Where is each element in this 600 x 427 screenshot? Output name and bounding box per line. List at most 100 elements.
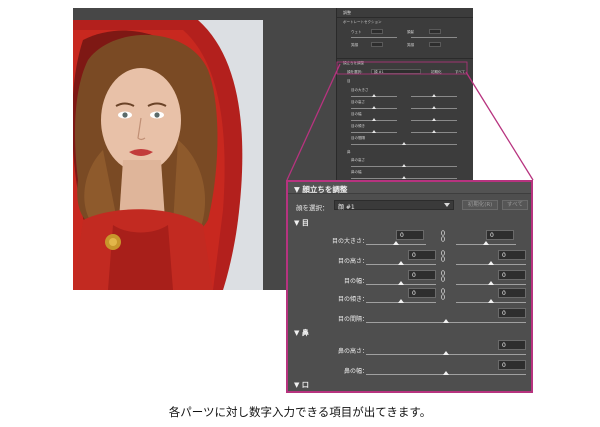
slider-thumb[interactable] (483, 241, 489, 245)
slider-thumb[interactable] (398, 281, 404, 285)
slider-thumb[interactable] (488, 299, 494, 303)
all-button[interactable]: すべて (502, 200, 528, 210)
small-row-label: 笑顔 (407, 43, 414, 47)
face-adjust-panel-zoom: ▼ 顔立ちを調整 顔を選択： 顔 #1 初期化(R) すべて ▼ 目 目の大きさ… (286, 180, 533, 393)
mouth-section-header[interactable]: ▼ 口 (294, 380, 309, 390)
eye-section-header[interactable]: ▼ 目 (294, 218, 309, 228)
small-row-label: 目の傾き (351, 124, 365, 128)
slider-thumb[interactable] (398, 299, 404, 303)
eye-tilt-left-value: 0 (412, 290, 416, 297)
small-slider-track[interactable] (351, 37, 397, 38)
face-select-label: 顔を選択： (296, 204, 329, 212)
divider (337, 17, 473, 18)
small-slider-thumb[interactable] (432, 118, 436, 121)
eye-height-left-value: 0 (412, 252, 416, 259)
small-value-box[interactable] (371, 29, 383, 34)
eye-height-left-input[interactable]: 0 (408, 250, 436, 260)
eye-size-right-input[interactable]: 0 (486, 230, 514, 240)
small-row-label: 鼻の高さ (351, 158, 365, 162)
small-section-eye: 目 (347, 79, 351, 83)
nose-section-label: 鼻 (301, 329, 309, 337)
slider-thumb[interactable] (443, 351, 449, 355)
small-row-label: 目の大きさ (351, 88, 369, 92)
slider-thumb[interactable] (488, 281, 494, 285)
slider-thumb[interactable] (393, 241, 399, 245)
panel-title-text: 顔立ちを調整 (302, 185, 348, 194)
slider-thumb[interactable] (443, 371, 449, 375)
eye-tilt-left-input[interactable]: 0 (408, 288, 436, 298)
small-section-nose: 鼻 (347, 150, 351, 154)
eye-width-right-value: 0 (502, 272, 506, 279)
small-slider-thumb[interactable] (372, 130, 376, 133)
small-slider-thumb[interactable] (372, 106, 376, 109)
panel-header: ▼ 顔立ちを調整 (288, 182, 531, 194)
link-icon[interactable] (441, 288, 445, 300)
small-row-label: 目の高さ (351, 100, 365, 104)
eye-height-label: 目の高さ： (337, 258, 368, 265)
eye-height-right-input[interactable]: 0 (498, 250, 526, 260)
caption-text: 各パーツに対し数字入力できる項目が出てきます。 (168, 405, 432, 419)
eye-size-label: 目の大きさ： (331, 238, 368, 245)
face-select-label: 顔を選択： (347, 70, 365, 74)
divider (337, 58, 473, 59)
small-slider-thumb[interactable] (432, 94, 436, 97)
eye-size-left-input[interactable]: 0 (396, 230, 424, 240)
slider-thumb[interactable] (443, 319, 449, 323)
small-slider-thumb[interactable] (372, 94, 376, 97)
small-slider-thumb[interactable] (432, 106, 436, 109)
small-row-label: 鼻の幅 (351, 170, 362, 174)
link-icon[interactable] (441, 230, 445, 242)
chevron-down-icon (444, 203, 450, 207)
small-slider-thumb[interactable] (432, 130, 436, 133)
eye-width-right-input[interactable]: 0 (498, 270, 526, 280)
nose-width-value: 0 (502, 362, 506, 369)
small-slider-thumb[interactable] (402, 142, 406, 145)
face-select-value: 顔 #1 (374, 70, 384, 74)
small-row-label: ウェト (351, 30, 362, 34)
nose-height-label: 鼻の高さ： (337, 348, 368, 355)
nose-height-input[interactable]: 0 (498, 340, 526, 350)
eye-distance-label: 目の間隔： (337, 316, 368, 323)
eye-height-right-value: 0 (502, 252, 506, 259)
small-value-box[interactable] (429, 29, 441, 34)
eye-width-left-input[interactable]: 0 (408, 270, 436, 280)
small-row-label: 目の幅 (351, 112, 362, 116)
slider-thumb[interactable] (488, 261, 494, 265)
mouth-section-label: 口 (301, 381, 309, 389)
nose-width-input[interactable]: 0 (498, 360, 526, 370)
link-icon[interactable] (441, 250, 445, 262)
portrait-section-label: ポートレートセクション (343, 20, 382, 24)
panel-title: ▼ 顔立ちを調整 (294, 185, 348, 194)
nose-height-value: 0 (502, 342, 506, 349)
nose-width-label: 鼻の幅： (343, 368, 368, 375)
small-slider-track[interactable] (411, 37, 457, 38)
eye-distance-value: 0 (502, 310, 506, 317)
eye-tilt-right-input[interactable]: 0 (498, 288, 526, 298)
small-row-label: 頭髪 (407, 30, 414, 34)
small-slider-thumb[interactable] (372, 118, 376, 121)
eye-tilt-label: 目の傾き： (337, 296, 368, 303)
panel-title: 調整 (343, 10, 351, 15)
face-select-value: 顔 #1 (338, 204, 355, 211)
face-select-dropdown[interactable]: 顔 #1 (334, 200, 454, 211)
eye-tilt-right-value: 0 (502, 290, 506, 297)
all-button-small[interactable]: すべて (455, 70, 465, 75)
small-value-box[interactable] (429, 42, 441, 47)
eye-size-left-value: 0 (400, 232, 404, 239)
slider-thumb[interactable] (398, 261, 404, 265)
eye-width-left-value: 0 (412, 272, 416, 279)
link-icon[interactable] (441, 270, 445, 282)
eye-width-label: 目の幅： (343, 278, 368, 285)
eye-size-right-value: 0 (490, 232, 494, 239)
nose-section-header[interactable]: ▼ 鼻 (294, 328, 309, 338)
small-row-label: 目の間隔 (351, 136, 365, 140)
small-slider-thumb[interactable] (402, 176, 406, 179)
reset-button[interactable]: 初期化(R) (462, 200, 498, 210)
small-slider-thumb[interactable] (402, 164, 406, 167)
portrait-photo (73, 20, 263, 290)
eye-section-label: 目 (301, 219, 309, 227)
face-section-label: 顔立ちを調整 (343, 61, 364, 65)
reset-button-small[interactable]: 初期化 (431, 70, 442, 75)
small-value-box[interactable] (371, 42, 383, 47)
eye-distance-input[interactable]: 0 (498, 308, 526, 318)
